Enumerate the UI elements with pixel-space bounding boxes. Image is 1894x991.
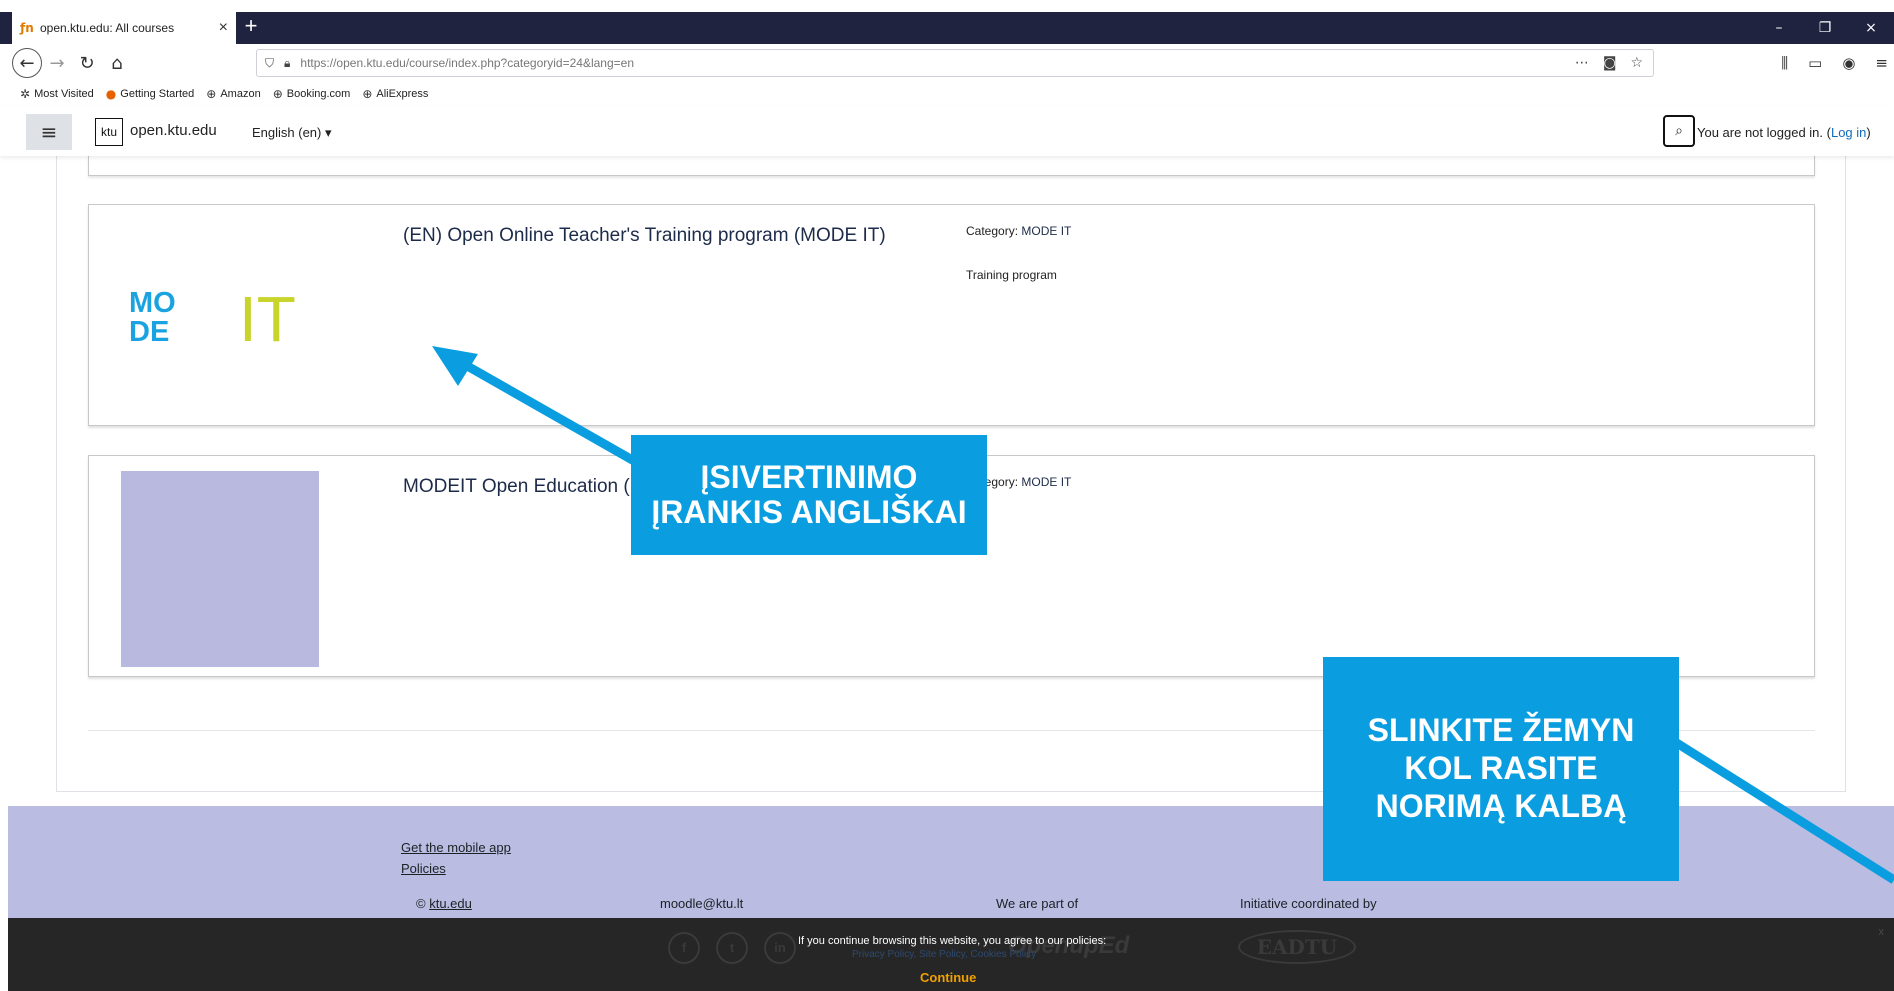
bookmark-most-visited[interactable]: ✲ Most Visited xyxy=(20,87,94,101)
course-card: MO DE IT (EN) Open Online Teacher's Trai… xyxy=(88,204,1815,426)
tab-strip xyxy=(0,12,1894,44)
account-icon[interactable]: ◉ xyxy=(1842,54,1855,72)
shield-icon[interactable]: ⛉ xyxy=(265,56,274,71)
url-bar[interactable]: ⛉ 🔒︎ https://open.ktu.edu/course/index.p… xyxy=(256,49,1654,77)
cookie-policy-links[interactable]: Privacy Policy, Site Policy, Cookies Pol… xyxy=(852,949,1036,960)
window-controls: – ❐ × xyxy=(1756,12,1894,44)
pocket-icon[interactable]: ◙ xyxy=(1603,55,1617,71)
facebook-icon[interactable]: f xyxy=(668,932,700,964)
cookie-consent-bar: f t in OpenupEd EADTU If you continue br… xyxy=(8,918,1894,991)
login-status: You are not logged in. (Log in) xyxy=(1697,125,1871,140)
policies-link[interactable]: Policies xyxy=(401,861,446,876)
close-window-icon[interactable]: × xyxy=(1848,12,1894,44)
svg-text:DE: DE xyxy=(129,316,169,345)
globe-icon: ⊕ xyxy=(362,87,373,101)
lock-icon[interactable]: 🔒︎ xyxy=(284,56,290,71)
ktu-link[interactable]: ktu.edu xyxy=(429,896,472,911)
url-text[interactable]: https://open.ktu.edu/course/index.php?ca… xyxy=(300,56,1574,70)
library-icon[interactable]: ⫼ xyxy=(1781,54,1788,72)
reload-icon[interactable]: ↻ xyxy=(72,48,102,78)
home-icon[interactable]: ⌂ xyxy=(102,48,132,78)
globe-icon: ⊕ xyxy=(272,87,283,101)
minimize-icon[interactable]: – xyxy=(1756,12,1802,44)
login-link[interactable]: Log in xyxy=(1831,125,1866,140)
course-image-placeholder[interactable] xyxy=(121,471,319,667)
app-menu-icon[interactable]: ≡ xyxy=(1875,54,1888,72)
tab-title: open.ktu.edu: All courses xyxy=(40,21,175,35)
mode-it-logo[interactable]: MO DE IT xyxy=(129,283,315,355)
site-name-link[interactable]: open.ktu.edu xyxy=(130,122,217,139)
course-summary: Training program xyxy=(966,268,1057,282)
hamburger-menu-icon[interactable]: ≡ xyxy=(26,114,72,150)
contact-email[interactable]: moodle@ktu.lt xyxy=(660,896,743,911)
continue-button[interactable]: Continue xyxy=(920,970,976,985)
cookie-message: If you continue browsing this website, y… xyxy=(798,935,1107,947)
search-icon[interactable]: ⌕ xyxy=(1663,115,1695,147)
bookmarks-toolbar: ✲ Most Visited ● Getting Started ⊕ Amazon ⊕… xyxy=(0,82,1894,106)
sidebar-icon[interactable]: ▭ xyxy=(1808,54,1822,72)
linkedin-icon[interactable]: in xyxy=(764,932,796,964)
site-header: ≡ ktu open.ktu.edu English (en) ▾ ⌕ You … xyxy=(0,106,1894,156)
globe-icon: ⊕ xyxy=(206,87,217,101)
language-label: English (en) xyxy=(252,125,322,140)
gear-icon: ✲ xyxy=(20,87,31,101)
bookmark-aliexpress[interactable]: ⊕ AliExpress xyxy=(362,87,428,101)
course-title-link[interactable]: MODEIT Open Education ( xyxy=(403,476,630,498)
page-actions-icon[interactable]: ⋯ xyxy=(1575,55,1589,71)
annotation-label-english-tool: ĮSIVERTINIMO ĮRANKIS ANGLIŠKAI xyxy=(631,435,987,555)
new-tab-button[interactable]: + xyxy=(240,14,262,40)
browser-tab-active[interactable]: ƒn open.ktu.edu: All courses × xyxy=(12,12,236,44)
annotation-label-scroll-down: SLINKITE ŽEMYN KOL RASITE NORIMĄ KALBĄ xyxy=(1323,657,1679,881)
category-link[interactable]: MODE IT xyxy=(1021,475,1071,489)
svg-text:IT: IT xyxy=(239,285,296,345)
forward-arrow-icon[interactable]: → xyxy=(42,48,72,78)
twitter-icon[interactable]: t xyxy=(716,932,748,964)
language-menu[interactable]: English (en) ▾ xyxy=(252,125,332,141)
browser-nav-bar: ← → ↻ ⌂ ⛉ 🔒︎ https://open.ktu.edu/course… xyxy=(0,44,1894,82)
back-arrow-icon[interactable]: ← xyxy=(12,48,42,78)
bookmark-star-icon[interactable]: ☆ xyxy=(1630,55,1643,71)
restore-icon[interactable]: ❐ xyxy=(1802,12,1848,44)
coordinated-by-label: Initiative coordinated by xyxy=(1240,896,1377,911)
svg-text:MO: MO xyxy=(129,287,176,319)
part-of-label: We are part of xyxy=(996,896,1079,911)
course-category: Category: MODE IT xyxy=(966,224,1072,238)
eadtu-logo[interactable]: EADTU xyxy=(1238,930,1356,964)
tab-close-icon[interactable]: × xyxy=(219,19,228,37)
bookmark-getting-started[interactable]: ● Getting Started xyxy=(106,87,194,101)
site-favicon-icon: ƒn xyxy=(20,21,34,35)
chevron-down-icon: ▾ xyxy=(325,125,332,140)
copyright: © ktu.edu xyxy=(416,896,472,911)
close-icon[interactable]: x xyxy=(1879,926,1885,938)
mobile-app-link[interactable]: Get the mobile app xyxy=(401,840,511,855)
browser-tab-bar: ƒn open.ktu.edu: All courses × + – ❐ × xyxy=(0,0,1894,44)
bookmark-booking[interactable]: ⊕ Booking.com xyxy=(273,87,351,101)
ktu-logo[interactable]: ktu xyxy=(95,118,123,146)
course-title-link[interactable]: (EN) Open Online Teacher's Training prog… xyxy=(403,225,886,247)
firefox-icon: ● xyxy=(105,87,117,101)
bookmark-amazon[interactable]: ⊕ Amazon xyxy=(206,87,260,101)
category-link[interactable]: MODE IT xyxy=(1021,224,1071,238)
previous-course-card xyxy=(88,156,1815,176)
